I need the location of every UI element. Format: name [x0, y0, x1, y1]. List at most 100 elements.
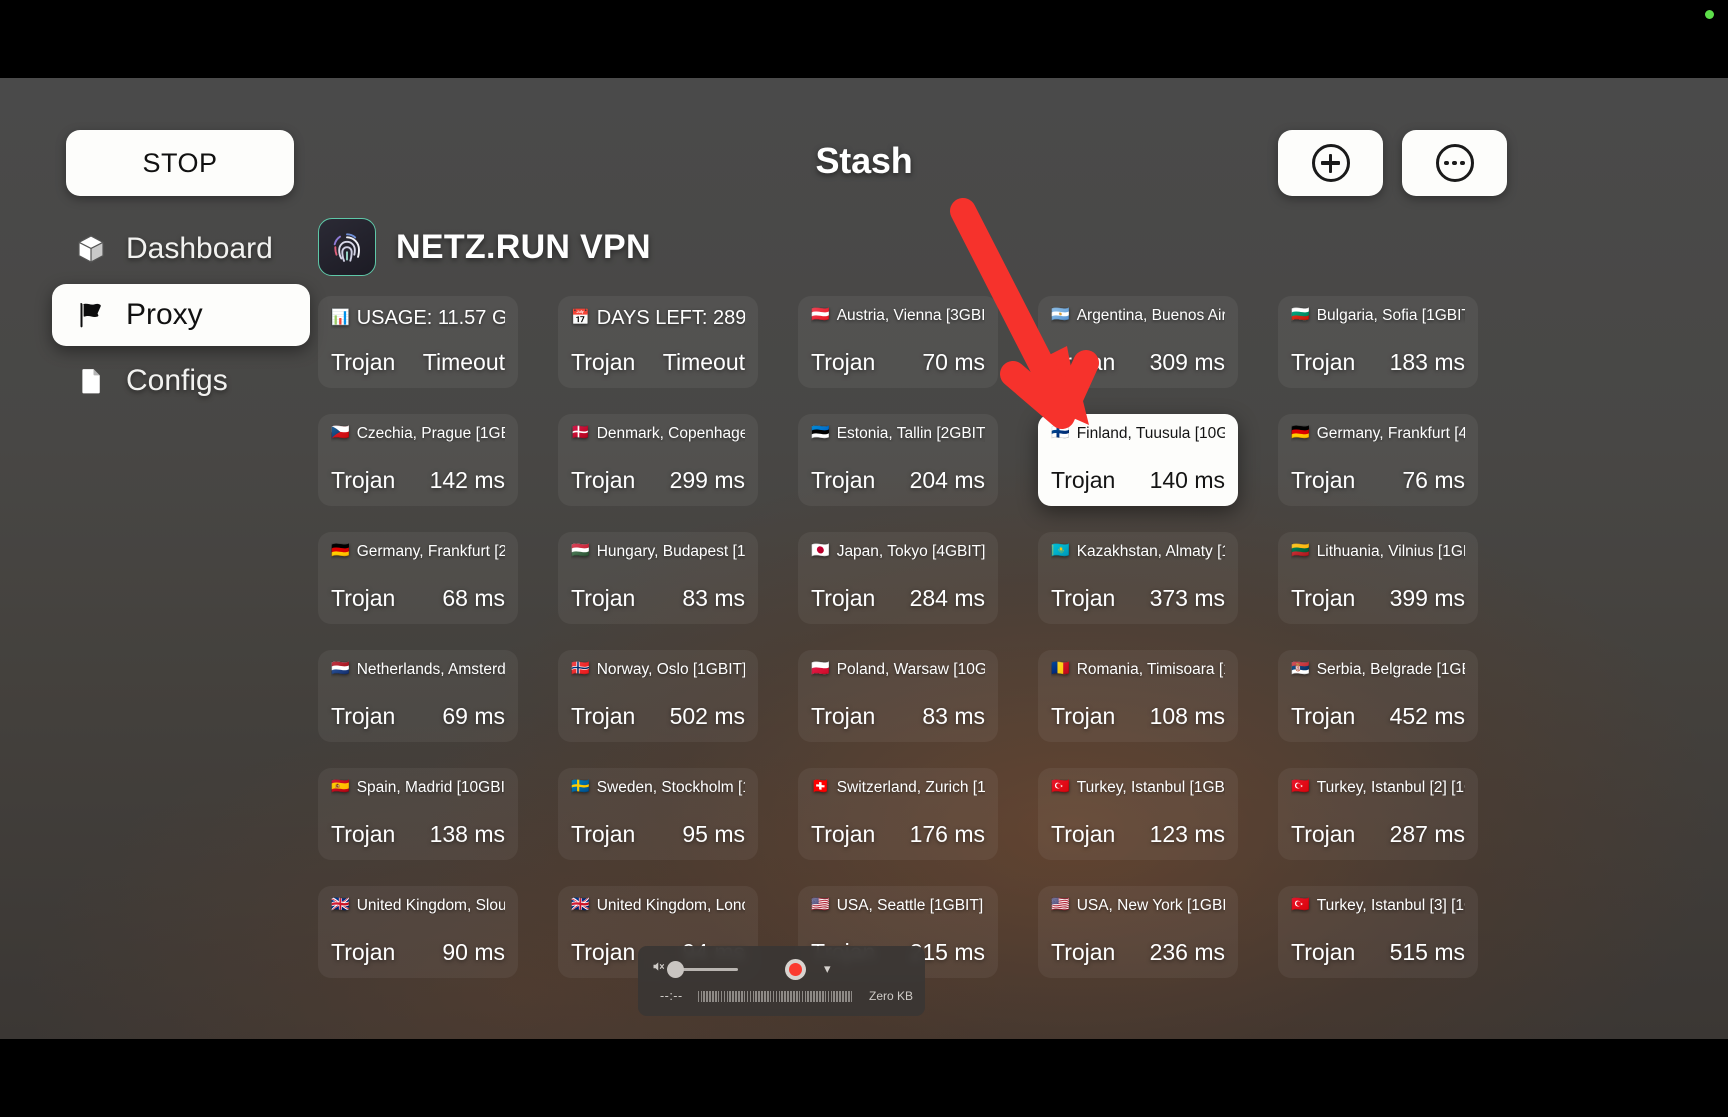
- proxy-card-meta: Trojan108 ms: [1051, 703, 1225, 730]
- proxy-card-meta: Trojan90 ms: [331, 939, 505, 966]
- proxy-card-meta: Trojan236 ms: [1051, 939, 1225, 966]
- proxy-card[interactable]: 🇦🇹Austria, Vienna [3GBIT]Trojan70 ms: [798, 296, 998, 388]
- proxy-card[interactable]: 🇬🇧United Kingdom, Slough [1...Trojan90 m…: [318, 886, 518, 978]
- proxy-type: Trojan: [571, 821, 635, 848]
- proxy-card[interactable]: 🇧🇬Bulgaria, Sofia [1GBIT]Trojan183 ms: [1278, 296, 1478, 388]
- proxy-latency: 176 ms: [910, 821, 985, 848]
- proxy-card-name: 🇬🇧 United Kingdom, London [...: [571, 897, 745, 914]
- proxy-card-label: United Kingdom, London [...: [597, 897, 745, 914]
- proxy-card[interactable]: 🇩🇰Denmark, Copenhagen [3...Trojan299 ms: [558, 414, 758, 506]
- proxy-card[interactable]: 🇳🇱Netherlands, Amsterdam [...Trojan69 ms: [318, 650, 518, 742]
- sidebar-item-label: Configs: [126, 364, 228, 398]
- country-flag-icon: 🇹🇷: [1291, 897, 1310, 914]
- country-flag-icon: 🇩🇪: [331, 543, 350, 560]
- proxy-card[interactable]: 🇨🇿Czechia, Prague [1GBIT]Trojan142 ms: [318, 414, 518, 506]
- proxy-card-meta: Trojan76 ms: [1291, 467, 1465, 494]
- proxy-latency: 515 ms: [1390, 939, 1465, 966]
- sidebar-item-proxy[interactable]: Proxy: [52, 284, 310, 346]
- proxy-card-label: Kazakhstan, Almaty [1GBIT]: [1077, 543, 1225, 560]
- proxy-card-name: 🇫🇮Finland, Tuusula [10GBIT]: [1051, 425, 1225, 442]
- proxy-latency: 123 ms: [1150, 821, 1225, 848]
- proxy-card[interactable]: 🇱🇹Lithuania, Vilnius [1GBIT]Trojan399 ms: [1278, 532, 1478, 624]
- proxy-card-name: 🇸🇪Sweden, Stockholm [1GBIT]: [571, 779, 745, 796]
- media-size: Zero KB: [869, 989, 913, 1003]
- proxy-card[interactable]: 🇩🇪Germany, Frankfurt [4GBIT]Trojan76 ms: [1278, 414, 1478, 506]
- proxy-card-name: 🇷🇴Romania, Timisoara [1GBIT]: [1051, 661, 1225, 678]
- sidebar-item-configs[interactable]: Configs: [52, 350, 310, 412]
- country-flag-icon: 🇫🇮: [1051, 425, 1070, 442]
- proxy-latency: 138 ms: [430, 821, 505, 848]
- country-flag-icon: 🇪🇪: [811, 425, 830, 442]
- bottom-black-bar: [0, 1039, 1728, 1117]
- proxy-latency: 76 ms: [1402, 467, 1465, 494]
- proxy-card-label: Romania, Timisoara [1GBIT]: [1077, 661, 1225, 678]
- proxy-card-label: Germany, Frankfurt [4GBIT]: [1317, 425, 1465, 442]
- proxy-card[interactable]: 🇪🇸Spain, Madrid [10GBIT]Trojan138 ms: [318, 768, 518, 860]
- proxy-card-name: 🇪🇪Estonia, Tallin [2GBIT]: [811, 425, 985, 442]
- proxy-card-label: Turkey, Istanbul [2] [1GBIT]: [1317, 779, 1465, 796]
- proxy-card[interactable]: 🇷🇴Romania, Timisoara [1GBIT] Trojan108 ms: [1038, 650, 1238, 742]
- proxy-card[interactable]: 📅DAYS LEFT: 289TrojanTimeout: [558, 296, 758, 388]
- proxy-card-label: United Kingdom, Slough [1...: [357, 897, 505, 914]
- fingerprint-icon: [318, 218, 376, 276]
- proxy-latency: Timeout: [663, 349, 745, 376]
- proxy-card-selected[interactable]: 🇫🇮Finland, Tuusula [10GBIT]Trojan140 ms: [1038, 414, 1238, 506]
- proxy-card[interactable]: 🇪🇪Estonia, Tallin [2GBIT]Trojan204 ms: [798, 414, 998, 506]
- proxy-card-meta: Trojan68 ms: [331, 585, 505, 612]
- proxy-card-name: 🇨🇭Switzerland, Zurich [1GBIT]: [811, 779, 985, 796]
- proxy-card[interactable]: 🇹🇷Turkey, Istanbul [3] [1GBIT]Trojan515 …: [1278, 886, 1478, 978]
- proxy-card[interactable]: 🇸🇪Sweden, Stockholm [1GBIT]Trojan95 ms: [558, 768, 758, 860]
- proxy-card-meta: Trojan515 ms: [1291, 939, 1465, 966]
- recording-indicator-dot: [1705, 10, 1714, 19]
- media-recording-overlay[interactable]: ▾ --:-- Zero KB: [638, 946, 925, 1016]
- country-flag-icon: 🇳🇴: [571, 661, 590, 678]
- country-flag-icon: 🇨🇭: [811, 779, 830, 796]
- volume-slider-knob[interactable]: [667, 961, 684, 978]
- country-flag-icon: 🇬🇧: [571, 897, 590, 914]
- proxy-type: Trojan: [811, 349, 875, 376]
- proxy-card-meta: TrojanTimeout: [571, 349, 745, 376]
- volume-slider[interactable]: [676, 968, 738, 971]
- proxy-card-label: Norway, Oslo [1GBIT]: [597, 661, 745, 678]
- chevron-down-icon[interactable]: ▾: [824, 961, 831, 977]
- proxy-card-name: 🇩🇪Germany, Frankfurt [2] [10...: [331, 543, 505, 560]
- proxy-card[interactable]: 🇦🇷Argentina, Buenos Aires [2...Trojan309…: [1038, 296, 1238, 388]
- speaker-mute-icon[interactable]: [650, 959, 667, 979]
- proxy-card[interactable]: 🇭🇺Hungary, Budapest [10GBIT]Trojan83 ms: [558, 532, 758, 624]
- proxy-card[interactable]: 🇹🇷Turkey, Istanbul [1GBIT]Trojan123 ms: [1038, 768, 1238, 860]
- proxy-card-name: 🇱🇹Lithuania, Vilnius [1GBIT]: [1291, 543, 1465, 560]
- proxy-card[interactable]: 🇨🇭Switzerland, Zurich [1GBIT]Trojan176 m…: [798, 768, 998, 860]
- proxy-type: Trojan: [1051, 467, 1115, 494]
- record-button-icon[interactable]: [785, 959, 806, 980]
- proxy-card[interactable]: 🇵🇱Poland, Warsaw [10GBIT]Trojan83 ms: [798, 650, 998, 742]
- proxy-card-name: 🇦🇹Austria, Vienna [3GBIT]: [811, 307, 985, 324]
- proxy-card-name: 🇰🇿Kazakhstan, Almaty [1GBIT]: [1051, 543, 1225, 560]
- proxy-card[interactable]: 📊USAGE: 11.57 GBTrojanTimeout: [318, 296, 518, 388]
- media-time: --:--: [660, 989, 683, 1003]
- proxy-card[interactable]: 🇩🇪Germany, Frankfurt [2] [10... Trojan68 …: [318, 532, 518, 624]
- proxy-card-name: 🇩🇰Denmark, Copenhagen [3...: [571, 425, 745, 442]
- proxy-card[interactable]: 🇹🇷Turkey, Istanbul [2] [1GBIT]Trojan287 …: [1278, 768, 1478, 860]
- proxy-latency: 373 ms: [1150, 585, 1225, 612]
- media-progress-row: --:-- Zero KB: [650, 984, 913, 1008]
- proxy-latency: 299 ms: [670, 467, 745, 494]
- proxy-card[interactable]: 🇷🇸Serbia, Belgrade [1GBIT]Trojan452 ms: [1278, 650, 1478, 742]
- proxy-card[interactable]: 🇺🇸USA, New York [1GBIT]Trojan236 ms: [1038, 886, 1238, 978]
- brand-title: NETZ.RUN VPN: [396, 228, 651, 267]
- proxy-card[interactable]: 🇯🇵Japan, Tokyo [4GBIT]Trojan284 ms: [798, 532, 998, 624]
- country-flag-icon: 🇳🇱: [331, 661, 350, 678]
- proxy-card-name: 🇳🇴 Norway, Oslo [1GBIT]: [571, 661, 745, 678]
- proxy-card-label: Argentina, Buenos Aires [2...: [1077, 307, 1225, 324]
- proxy-card[interactable]: 🇳🇴Norway, Oslo [1GBIT]Trojan502 ms: [558, 650, 758, 742]
- more-options-button[interactable]: [1402, 130, 1507, 196]
- proxy-card[interactable]: 🇰🇿Kazakhstan, Almaty [1GBIT]Trojan373 ms: [1038, 532, 1238, 624]
- proxy-card-meta: TrojanTimeout: [331, 349, 505, 376]
- proxy-card-name: 🇪🇸Spain, Madrid [10GBIT]: [331, 779, 505, 796]
- proxy-card-label: Poland, Warsaw [10GBIT]: [837, 661, 985, 678]
- add-button[interactable]: [1278, 130, 1383, 196]
- proxy-type: Trojan: [571, 585, 635, 612]
- sidebar-item-dashboard[interactable]: Dashboard: [52, 218, 310, 280]
- proxy-card-meta: Trojan83 ms: [811, 703, 985, 730]
- proxy-card-meta: Trojan452 ms: [1291, 703, 1465, 730]
- proxy-card-name: 🇺🇸USA, Seattle [1GBIT]: [811, 897, 985, 914]
